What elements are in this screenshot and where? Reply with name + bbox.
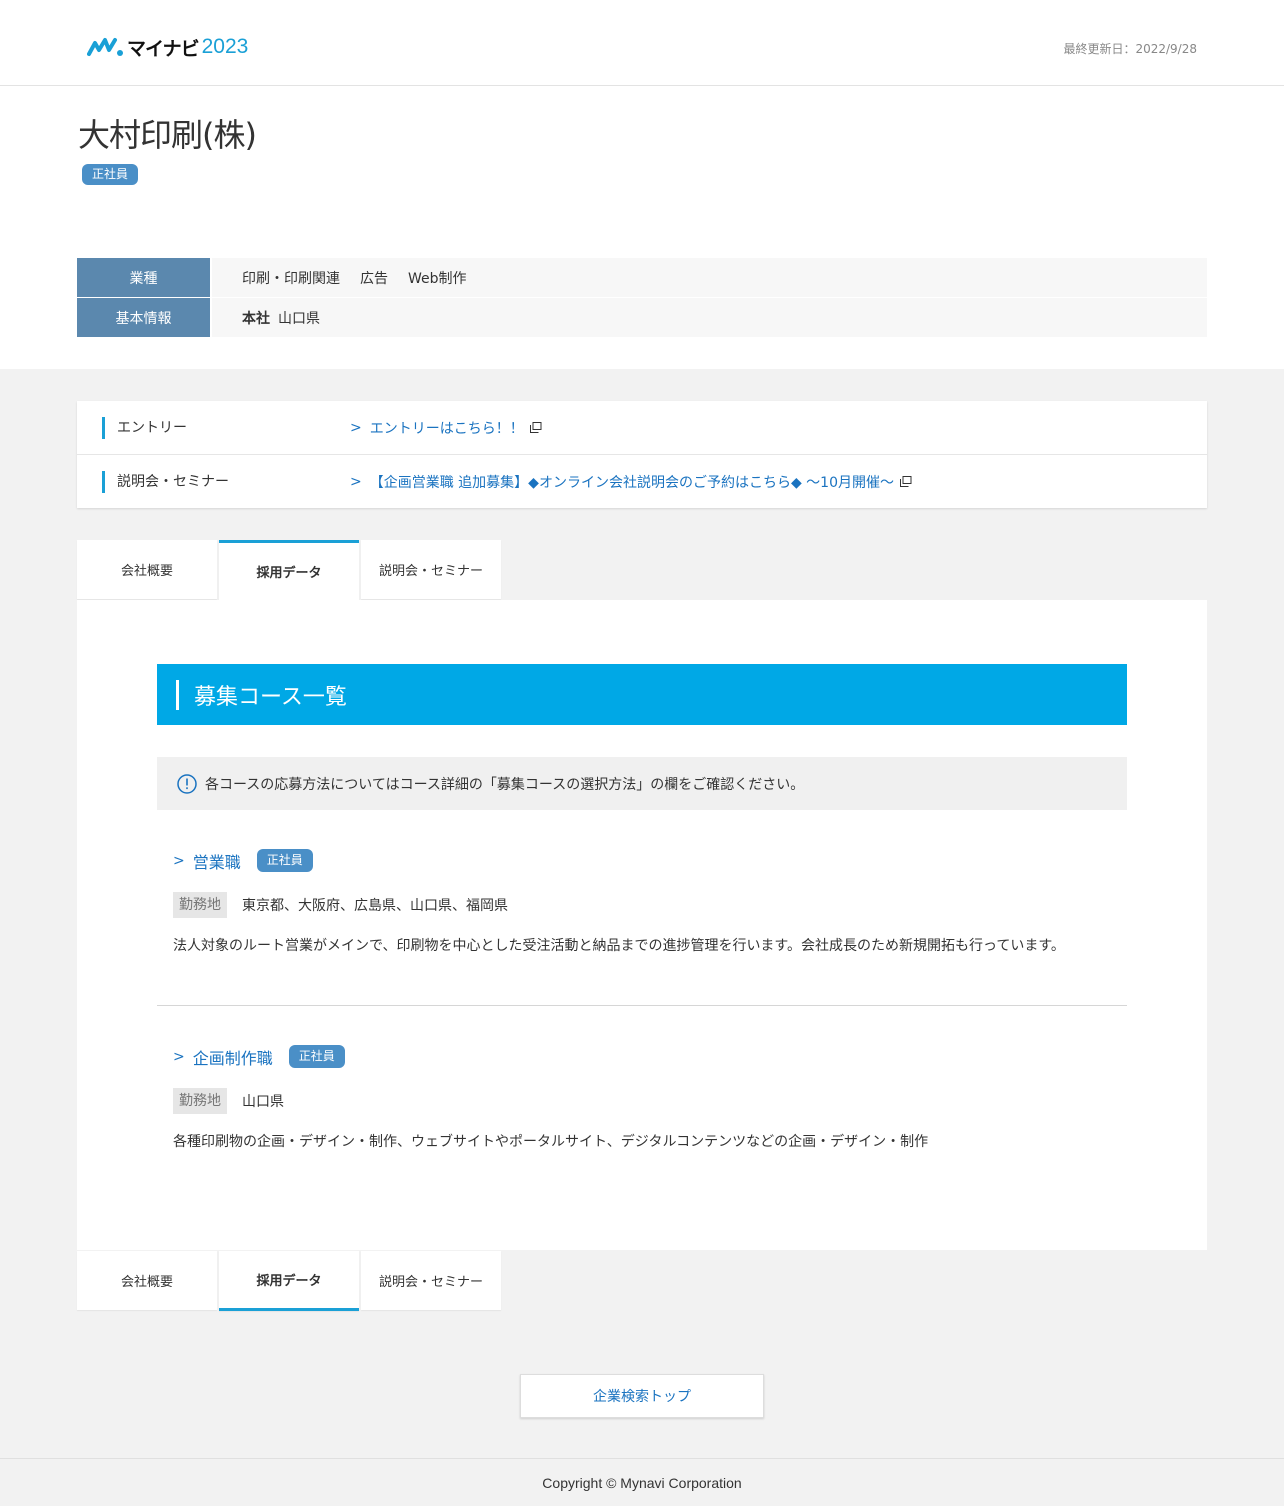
industry-label: 業種 xyxy=(77,258,210,297)
seminar-label: 説明会・セミナー xyxy=(102,470,350,493)
mynavi-mark-icon xyxy=(87,38,123,56)
top-section: マイナビ 2023 最終更新日：2022/9/28 大村印刷(株) 正社員 業種… xyxy=(0,0,1284,369)
entry-label: エントリー xyxy=(102,416,350,439)
course-location: 勤務地 山口県 xyxy=(173,1088,1113,1114)
industry-item: 広告 xyxy=(360,270,388,287)
chevron-right-icon: > xyxy=(350,419,362,436)
tabs-upper: 会社概要 採用データ 説明会・セミナー xyxy=(77,540,503,600)
course-title: 営業職 xyxy=(192,852,241,872)
last-updated: 最終更新日：2022/9/28 xyxy=(1063,40,1197,57)
logo-year: 2023 xyxy=(201,35,249,58)
course-link[interactable]: > 企画制作職 xyxy=(173,1045,273,1069)
chevron-right-icon: > xyxy=(173,852,185,869)
entry-box: エントリー > エントリーはこちら！！ 説明会・セミナー > 【企画営業職 追加… xyxy=(77,401,1207,508)
mynavi-logo[interactable]: マイナビ 2023 xyxy=(87,33,248,61)
footer-copyright: Copyright © Mynavi Corporation xyxy=(0,1458,1284,1506)
course-link[interactable]: > 営業職 xyxy=(173,849,241,873)
employment-badge: 正社員 xyxy=(288,1045,345,1068)
tab-overview[interactable]: 会社概要 xyxy=(77,540,217,599)
site-header: マイナビ 2023 最終更新日：2022/9/28 xyxy=(0,0,1284,86)
basic-info-values: 本社 山口県 xyxy=(212,298,1207,337)
notice-text: 各コースの応募方法についてはコース詳細の「募集コースの選択方法」の欄をご確認くだ… xyxy=(205,776,805,793)
tab-overview[interactable]: 会社概要 xyxy=(77,1251,217,1310)
tab-recruit-data[interactable]: 採用データ xyxy=(219,1251,359,1311)
industry-item: 印刷・印刷関連 xyxy=(242,270,340,287)
course-item: > 企画制作職 正社員 勤務地 山口県 各種印刷物の企画・デザイン・制作、ウェブ… xyxy=(173,1044,1113,1151)
banner-bar xyxy=(176,679,179,710)
employment-badge: 正社員 xyxy=(82,164,139,185)
seminar-row: 説明会・セミナー > 【企画営業職 追加募集】◆オンライン会社説明会のご予約はこ… xyxy=(77,455,1207,508)
location-value: 東京都、大阪府、広島県、山口県、福岡県 xyxy=(242,898,508,914)
logo-name: マイナビ xyxy=(127,37,200,60)
course-location: 勤務地 東京都、大阪府、広島県、山口県、福岡県 xyxy=(173,892,1113,918)
location-tag: 勤務地 xyxy=(173,892,227,918)
course-description: 各種印刷物の企画・デザイン・制作、ウェブサイトやポータルサイト、デジタルコンテン… xyxy=(173,1134,929,1150)
industry-values: 印刷・印刷関連 広告 Web制作 xyxy=(212,258,1207,297)
tabs-lower: 会社概要 採用データ 説明会・セミナー xyxy=(77,1251,503,1311)
company-info-table: 業種 印刷・印刷関連 広告 Web制作 基本情報 本社 山口県 xyxy=(77,258,1207,338)
course-list-banner: 募集コース一覧 xyxy=(157,664,1127,725)
entry-row: エントリー > エントリーはこちら！！ xyxy=(77,401,1207,455)
employment-badge: 正社員 xyxy=(256,849,313,872)
entry-link-text: エントリーはこちら！！ xyxy=(369,420,524,437)
hq-value: 山口県 xyxy=(278,310,320,327)
course-description: 法人対象のルート営業がメインで、印刷物を中心とした受注活動と納品までの進捗管理を… xyxy=(173,938,1065,954)
company-name: 大村印刷(株) xyxy=(78,116,257,154)
industry-item: Web制作 xyxy=(408,270,467,287)
course-title-row: > 企画制作職 正社員 xyxy=(173,1044,1113,1069)
location-tag: 勤務地 xyxy=(173,1088,227,1114)
recruit-content: 募集コース一覧 各コースの応募方法についてはコース詳細の「募集コースの選択方法」… xyxy=(77,600,1207,1250)
tab-recruit-data[interactable]: 採用データ xyxy=(219,540,359,600)
tab-seminar[interactable]: 説明会・セミナー xyxy=(361,540,501,599)
notice-box: 各コースの応募方法についてはコース詳細の「募集コースの選択方法」の欄をご確認くだ… xyxy=(157,757,1127,810)
last-updated-date: 2022/9/28 xyxy=(1135,42,1197,56)
basic-info-label: 基本情報 xyxy=(77,298,210,337)
external-window-icon xyxy=(529,422,542,433)
basic-info-row: 基本情報 本社 山口県 xyxy=(77,298,1207,337)
seminar-link-text: 【企画営業職 追加募集】◆オンライン会社説明会のご予約はこちら◆ ～10月開催～ xyxy=(369,474,894,491)
chevron-right-icon: > xyxy=(350,473,362,490)
industry-row: 業種 印刷・印刷関連 広告 Web制作 xyxy=(77,258,1207,297)
course-item: > 営業職 正社員 勤務地 東京都、大阪府、広島県、山口県、福岡県 法人対象のル… xyxy=(173,848,1113,955)
info-icon xyxy=(177,773,197,794)
chevron-right-icon: > xyxy=(173,1048,185,1065)
external-window-icon xyxy=(899,476,912,487)
course-title: 企画制作職 xyxy=(192,1048,273,1068)
location-value: 山口県 xyxy=(242,1094,284,1110)
course-divider xyxy=(157,1005,1127,1006)
seminar-link[interactable]: > 【企画営業職 追加募集】◆オンライン会社説明会のご予約はこちら◆ ～10月開… xyxy=(350,472,912,492)
company-search-top-button[interactable]: 企業検索トップ xyxy=(520,1374,764,1418)
course-list-heading: 募集コース一覧 xyxy=(194,684,347,710)
last-updated-label: 最終更新日： xyxy=(1063,42,1136,56)
entry-link[interactable]: > エントリーはこちら！！ xyxy=(350,418,542,438)
course-title-row: > 営業職 正社員 xyxy=(173,848,1113,873)
hq-label: 本社 xyxy=(242,310,270,327)
tab-seminar[interactable]: 説明会・セミナー xyxy=(361,1251,501,1310)
